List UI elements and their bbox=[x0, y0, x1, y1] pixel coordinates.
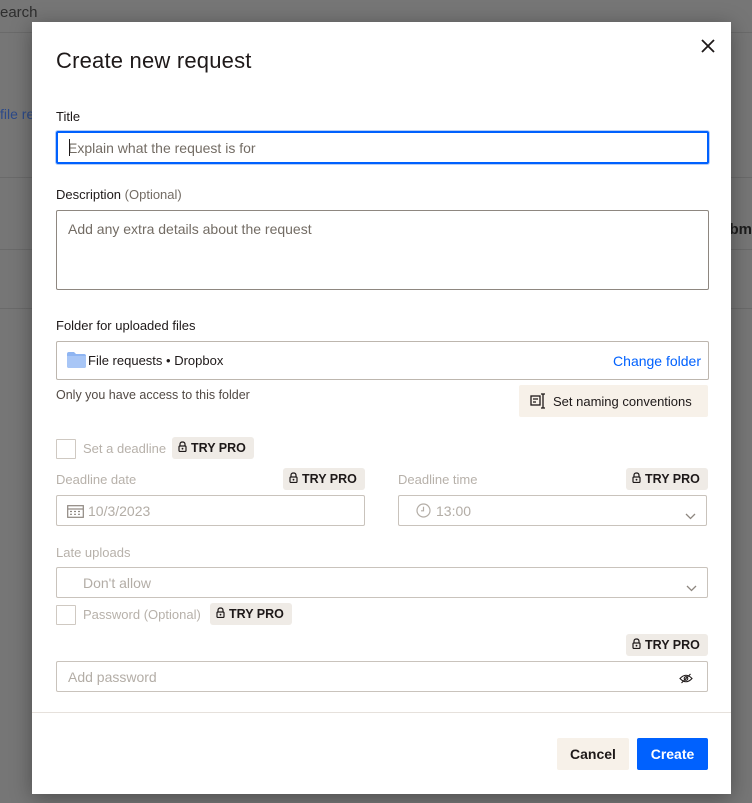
lock-icon bbox=[289, 472, 298, 486]
naming-conventions-label: Set naming conventions bbox=[553, 394, 692, 409]
try-pro-label: TRY PRO bbox=[302, 472, 357, 486]
folder-access-note: Only you have access to this folder bbox=[56, 388, 250, 402]
naming-conventions-icon bbox=[530, 393, 548, 414]
deadline-time-value: 13:00 bbox=[436, 503, 472, 519]
password-checkbox-label: Password (Optional) bbox=[83, 607, 201, 622]
chevron-down-icon bbox=[685, 507, 696, 525]
deadline-time-select[interactable]: 13:00 bbox=[398, 495, 707, 526]
clock-icon bbox=[416, 503, 431, 523]
text-caret bbox=[69, 139, 70, 156]
calendar-icon bbox=[67, 504, 84, 523]
lock-icon bbox=[632, 638, 641, 652]
late-uploads-label: Late uploads bbox=[56, 545, 131, 560]
footer-divider bbox=[32, 712, 731, 713]
password-placeholder: Add password bbox=[68, 669, 157, 685]
close-icon[interactable] bbox=[696, 34, 720, 58]
deadline-checkbox-label: Set a deadline bbox=[83, 441, 167, 456]
create-button[interactable]: Create bbox=[637, 738, 708, 770]
background-link: file re bbox=[0, 106, 35, 122]
try-pro-badge[interactable]: TRY PRO bbox=[210, 603, 292, 625]
deadline-checkbox[interactable] bbox=[56, 439, 76, 459]
change-folder-link[interactable]: Change folder bbox=[613, 353, 701, 369]
lock-icon bbox=[216, 607, 225, 621]
title-input[interactable] bbox=[58, 133, 707, 162]
title-input-wrapper bbox=[56, 131, 709, 164]
dialog-title: Create new request bbox=[56, 48, 252, 73]
folder-icon bbox=[67, 352, 86, 373]
deadline-time-label: Deadline time bbox=[398, 472, 478, 487]
late-uploads-select[interactable]: Don't allow bbox=[56, 567, 708, 598]
description-optional-text: (Optional) bbox=[124, 187, 182, 202]
cancel-button[interactable]: Cancel bbox=[557, 738, 629, 770]
lock-icon bbox=[178, 441, 187, 455]
deadline-date-input[interactable]: 10/3/2023 bbox=[56, 495, 365, 526]
try-pro-badge[interactable]: TRY PRO bbox=[626, 634, 708, 656]
try-pro-label: TRY PRO bbox=[645, 638, 700, 652]
password-optional-text: (Optional) bbox=[143, 607, 201, 622]
eye-hidden-icon[interactable] bbox=[679, 671, 693, 689]
set-naming-conventions-button[interactable]: Set naming conventions bbox=[519, 385, 708, 417]
password-input[interactable]: Add password bbox=[56, 661, 708, 692]
try-pro-label: TRY PRO bbox=[229, 607, 284, 621]
folder-selector: File requests • Dropbox Change folder bbox=[56, 341, 709, 380]
try-pro-badge[interactable]: TRY PRO bbox=[172, 437, 254, 459]
description-field-wrapper bbox=[56, 210, 709, 290]
background-search-text: earch bbox=[0, 4, 38, 21]
description-label: Description (Optional) bbox=[56, 187, 182, 202]
try-pro-label: TRY PRO bbox=[645, 472, 700, 486]
password-label-text: Password bbox=[83, 607, 141, 622]
folder-path: File requests • Dropbox bbox=[88, 353, 224, 368]
description-textarea[interactable] bbox=[57, 211, 708, 289]
description-label-text: Description bbox=[56, 187, 122, 202]
late-uploads-value: Don't allow bbox=[83, 575, 152, 591]
deadline-date-label: Deadline date bbox=[56, 472, 137, 487]
try-pro-badge[interactable]: TRY PRO bbox=[283, 468, 365, 490]
folder-label: Folder for uploaded files bbox=[56, 318, 196, 333]
title-label: Title bbox=[56, 109, 81, 124]
password-checkbox[interactable] bbox=[56, 605, 76, 625]
try-pro-badge[interactable]: TRY PRO bbox=[626, 468, 708, 490]
try-pro-label: TRY PRO bbox=[191, 441, 246, 455]
chevron-down-icon bbox=[686, 579, 697, 597]
deadline-date-value: 10/3/2023 bbox=[88, 503, 151, 519]
lock-icon bbox=[632, 472, 641, 486]
create-request-dialog: Create new request Title Description (Op… bbox=[32, 22, 731, 794]
background-text: bm bbox=[729, 221, 752, 238]
